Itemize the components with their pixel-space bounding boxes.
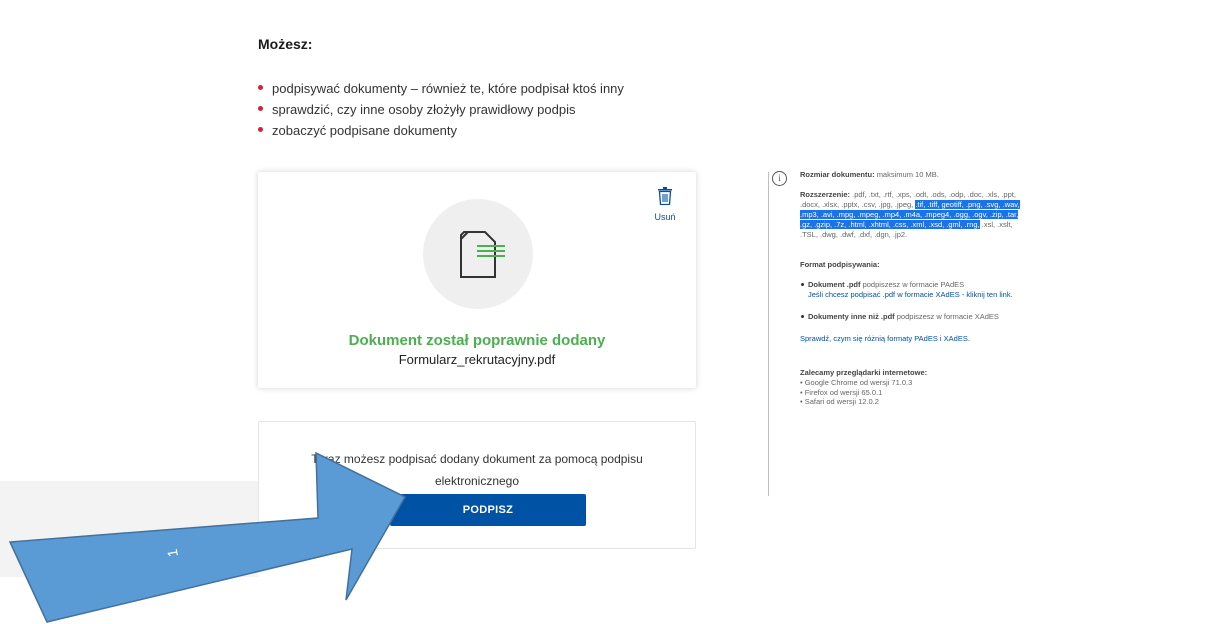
annotation-arrow: 1	[8, 451, 407, 623]
